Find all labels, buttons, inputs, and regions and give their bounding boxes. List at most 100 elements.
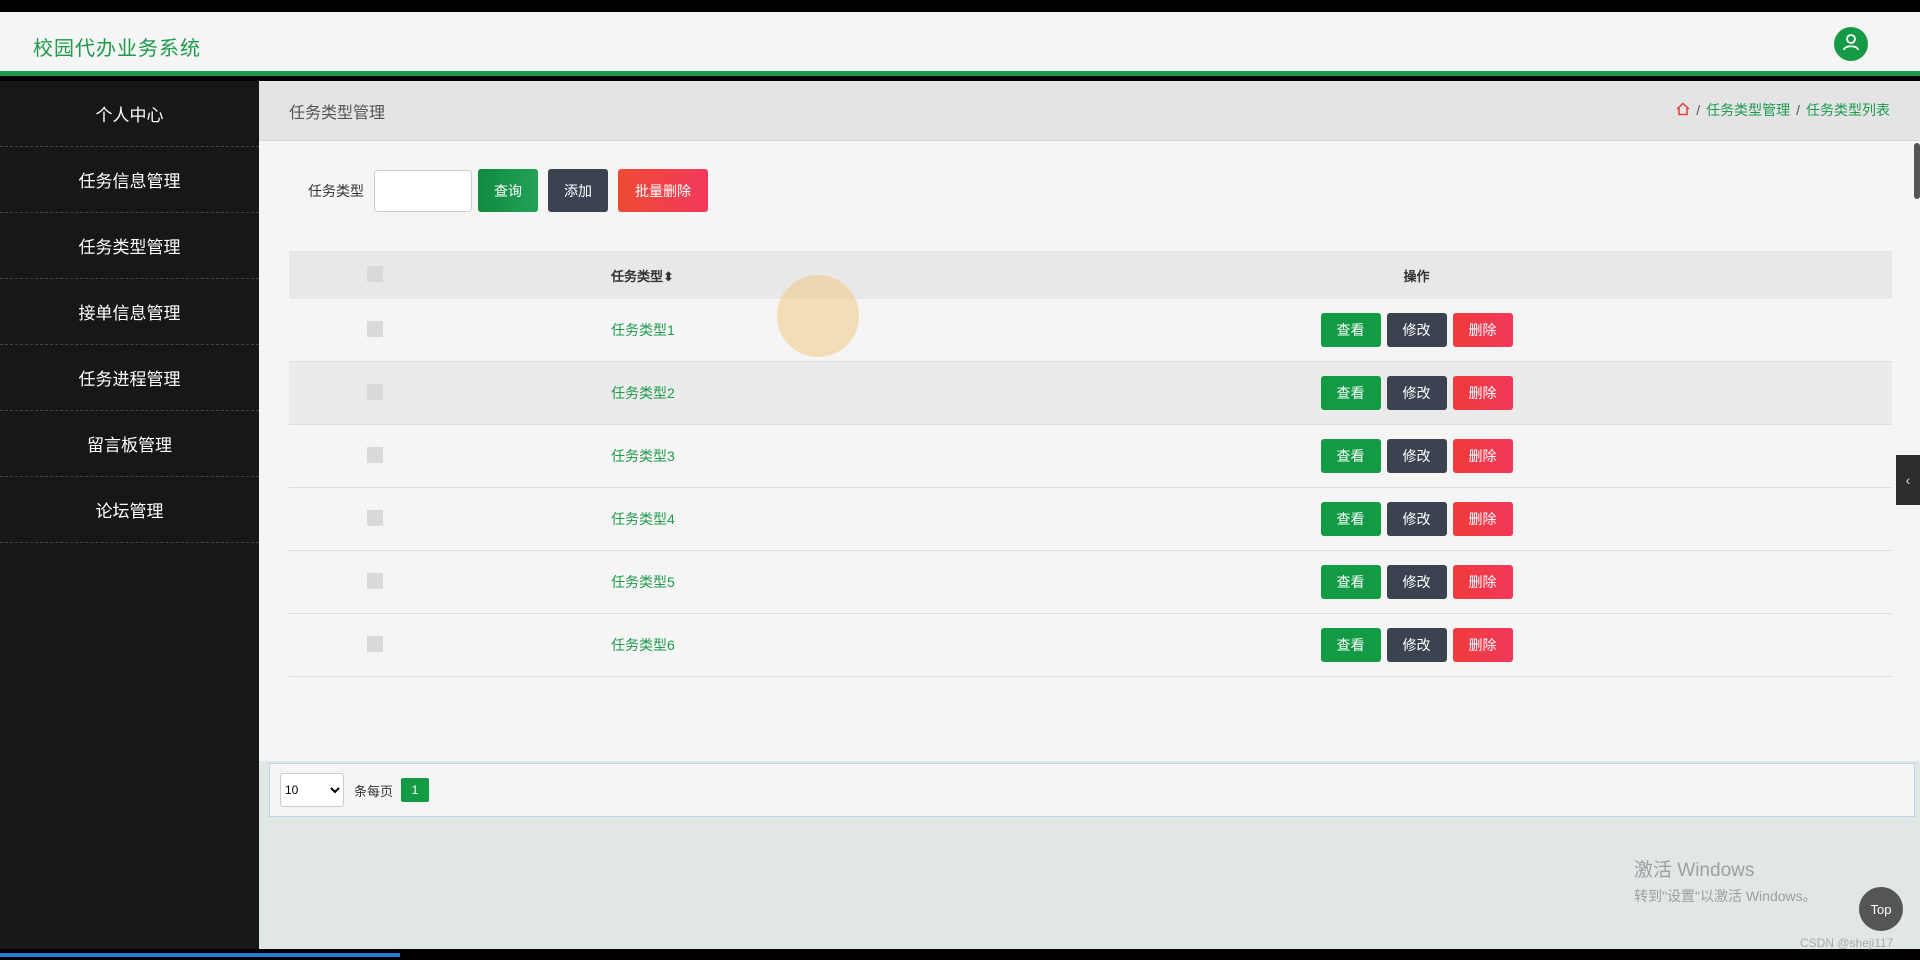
windows-activation-watermark: 激活 Windows 转到"设置"以激活 Windows。 — [1634, 855, 1817, 906]
sidebar-item-task-info[interactable]: 任务信息管理 — [0, 147, 259, 213]
row-checkbox[interactable] — [367, 383, 383, 400]
type-value: 任务类型3 — [611, 448, 675, 464]
type-value: 任务类型2 — [611, 385, 675, 401]
breadcrumb: / 任务类型管理 / 任务类型列表 — [1676, 100, 1890, 120]
ops-column-header: 操作 — [941, 251, 1892, 299]
add-button[interactable]: 添加 — [548, 169, 608, 212]
back-to-top-button[interactable]: Top — [1859, 887, 1903, 931]
bottom-progress-strip — [0, 953, 400, 957]
sidebar-item-task-progress[interactable]: 任务进程管理 — [0, 345, 259, 411]
type-value: 任务类型4 — [611, 511, 675, 527]
breadcrumb-item[interactable]: 任务类型列表 — [1806, 100, 1890, 120]
table-row: 任务类型1 查看 修改 删除 — [289, 299, 1892, 362]
ops-cell: 查看 修改 删除 — [941, 299, 1892, 362]
row-select-cell — [289, 487, 461, 551]
view-button[interactable]: 查看 — [1320, 628, 1381, 662]
view-button[interactable]: 查看 — [1320, 439, 1381, 473]
row-select-cell — [289, 613, 461, 677]
table-row: 任务类型4 查看 修改 删除 — [289, 487, 1892, 551]
row-checkbox[interactable] — [367, 320, 383, 337]
sidebar-item-forum[interactable]: 论坛管理 — [0, 477, 259, 543]
row-select-cell — [289, 550, 461, 614]
type-value: 任务类型1 — [611, 322, 675, 338]
view-button[interactable]: 查看 — [1320, 565, 1381, 599]
breadcrumb-item[interactable]: 任务类型管理 — [1706, 100, 1790, 120]
row-checkbox[interactable] — [367, 509, 383, 526]
main-area: 任务类型管理 / 任务类型管理 / 任务类型列表 任务类型 查询 添加 批量删除 — [259, 81, 1920, 949]
view-button[interactable]: 查看 — [1320, 313, 1381, 347]
delete-button[interactable]: 删除 — [1452, 439, 1513, 473]
table-row: 任务类型2 查看 修改 删除 — [289, 361, 1892, 425]
per-page-label: 条每页 — [354, 783, 394, 799]
type-cell: 任务类型4 — [461, 487, 941, 551]
row-checkbox[interactable] — [367, 572, 383, 589]
table-header-row: 任务类型⬍ 操作 — [289, 251, 1892, 299]
table-row: 任务类型6 查看 修改 删除 — [289, 613, 1892, 677]
batch-delete-button[interactable]: 批量删除 — [618, 169, 708, 212]
sidebar-item-label: 论坛管理 — [95, 502, 164, 521]
edit-button[interactable]: 修改 — [1386, 376, 1447, 410]
breadcrumb-separator: / — [1796, 102, 1800, 118]
delete-button[interactable]: 删除 — [1452, 565, 1513, 599]
sort-icon[interactable]: ⬍ — [663, 269, 674, 284]
watermark-subtitle: 转到"设置"以激活 Windows。 — [1634, 888, 1817, 904]
side-toggle-button[interactable]: ‹ — [1896, 455, 1920, 505]
type-cell: 任务类型6 — [461, 613, 941, 677]
pagination-bar: 10 条每页 1 — [269, 763, 1915, 817]
select-all-checkbox[interactable] — [367, 265, 383, 282]
top-black-strip — [0, 0, 1920, 12]
app-title: 校园代办业务系统 — [33, 38, 201, 60]
watermark-title: 激活 Windows — [1634, 860, 1755, 881]
table-row: 任务类型5 查看 修改 删除 — [289, 550, 1892, 614]
user-avatar[interactable] — [1834, 27, 1868, 61]
row-checkbox[interactable] — [367, 635, 383, 652]
breadcrumb-separator: / — [1696, 102, 1701, 118]
page-number-button[interactable]: 1 — [401, 778, 430, 802]
row-checkbox[interactable] — [367, 446, 383, 463]
ops-cell: 查看 修改 删除 — [941, 361, 1892, 425]
page-size-select[interactable]: 10 — [280, 773, 344, 807]
page-title: 任务类型管理 — [289, 105, 386, 122]
search-label: 任务类型 — [308, 182, 364, 199]
sidebar-item-task-type[interactable]: 任务类型管理 — [0, 213, 259, 279]
select-all-header — [289, 251, 461, 299]
ops-cell: 查看 修改 删除 — [941, 613, 1892, 677]
edit-button[interactable]: 修改 — [1386, 565, 1447, 599]
delete-button[interactable]: 删除 — [1452, 376, 1513, 410]
type-value: 任务类型5 — [611, 574, 675, 590]
sidebar-item-order-info[interactable]: 接单信息管理 — [0, 279, 259, 345]
type-cell: 任务类型1 — [461, 299, 941, 362]
cursor-highlight — [777, 275, 859, 357]
row-select-cell — [289, 361, 461, 425]
type-cell: 任务类型5 — [461, 550, 941, 614]
user-icon — [1841, 32, 1861, 57]
edit-button[interactable]: 修改 — [1386, 439, 1447, 473]
query-button[interactable]: 查询 — [478, 169, 538, 212]
scrollbar-thumb[interactable] — [1914, 143, 1920, 199]
sidebar-item-label: 任务进程管理 — [78, 370, 181, 389]
edit-button[interactable]: 修改 — [1386, 502, 1447, 536]
edit-button[interactable]: 修改 — [1386, 313, 1447, 347]
credit-text: CSDN @sheji117 — [1800, 936, 1894, 950]
task-type-table: 任务类型⬍ 操作 任务类型1 查看 修改 删除 任务类型2 查看 修改 删除 任… — [289, 251, 1892, 677]
type-cell: 任务类型3 — [461, 424, 941, 488]
view-button[interactable]: 查看 — [1320, 502, 1381, 536]
home-icon[interactable] — [1676, 101, 1690, 119]
sidebar-item-personal-center[interactable]: 个人中心 — [0, 81, 259, 147]
edit-button[interactable]: 修改 — [1386, 628, 1447, 662]
view-button[interactable]: 查看 — [1320, 376, 1381, 410]
delete-button[interactable]: 删除 — [1452, 313, 1513, 347]
type-column-header[interactable]: 任务类型⬍ — [461, 251, 941, 299]
sidebar-item-label: 任务类型管理 — [78, 238, 181, 257]
chevron-left-icon: ‹ — [1905, 472, 1911, 488]
task-type-search-input[interactable] — [374, 169, 472, 212]
row-select-cell — [289, 299, 461, 362]
delete-button[interactable]: 删除 — [1452, 502, 1513, 536]
delete-button[interactable]: 删除 — [1452, 628, 1513, 662]
sidebar: 个人中心 任务信息管理 任务类型管理 接单信息管理 任务进程管理 留言板管理 论… — [0, 81, 259, 949]
type-header-label: 任务类型 — [611, 268, 664, 284]
sidebar-item-message-board[interactable]: 留言板管理 — [0, 411, 259, 477]
breadcrumb-bar: 任务类型管理 / 任务类型管理 / 任务类型列表 — [259, 81, 1920, 141]
ops-cell: 查看 修改 删除 — [941, 487, 1892, 551]
sidebar-item-label: 留言板管理 — [87, 436, 172, 455]
